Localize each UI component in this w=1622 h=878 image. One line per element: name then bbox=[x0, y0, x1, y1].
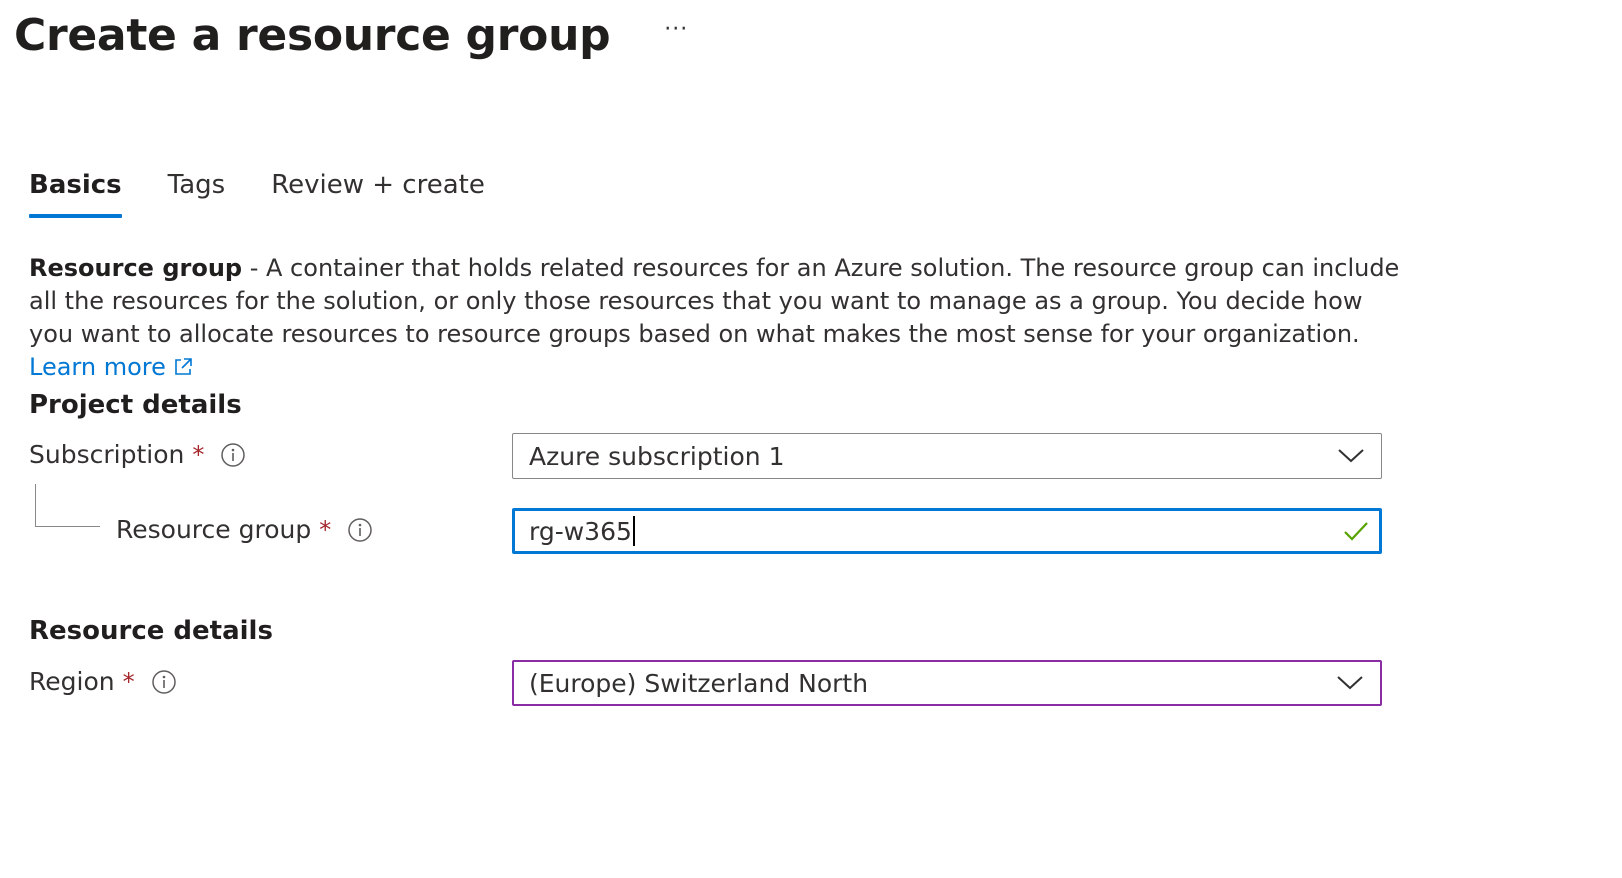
learn-more-label: Learn more bbox=[29, 353, 166, 381]
tab-review-create[interactable]: Review + create bbox=[271, 170, 485, 218]
checkmark-icon bbox=[1344, 522, 1368, 541]
info-icon[interactable] bbox=[220, 442, 246, 468]
tab-tags[interactable]: Tags bbox=[168, 170, 226, 218]
resource-details-heading: Resource details bbox=[29, 616, 273, 646]
project-details-heading: Project details bbox=[29, 390, 242, 420]
required-asterisk: * bbox=[319, 515, 332, 544]
required-asterisk: * bbox=[192, 440, 205, 469]
region-dropdown[interactable]: (Europe) Switzerland North bbox=[512, 660, 1382, 706]
external-link-icon bbox=[172, 354, 194, 387]
resource-group-text: rg-w365 bbox=[529, 517, 632, 546]
subscription-dropdown[interactable]: Azure subscription 1 bbox=[512, 433, 1382, 479]
info-icon[interactable] bbox=[347, 517, 373, 543]
resource-group-description: Resource group - A container that holds … bbox=[29, 252, 1409, 387]
more-options-button[interactable]: ··· bbox=[658, 18, 694, 41]
chevron-down-icon bbox=[1338, 449, 1364, 463]
required-asterisk: * bbox=[122, 667, 135, 696]
info-icon[interactable] bbox=[151, 669, 177, 695]
resource-group-input[interactable]: rg-w365 bbox=[512, 508, 1382, 554]
chevron-down-icon bbox=[1337, 676, 1363, 690]
region-label-text: Region bbox=[29, 667, 115, 696]
description-term: Resource group bbox=[29, 254, 243, 282]
subscription-value: Azure subscription 1 bbox=[529, 441, 785, 471]
subscription-label-text: Subscription bbox=[29, 440, 185, 469]
subscription-label: Subscription * bbox=[29, 440, 246, 469]
region-label: Region * bbox=[29, 667, 177, 696]
resource-group-value: rg-w365 bbox=[529, 516, 1343, 546]
region-value: (Europe) Switzerland North bbox=[529, 668, 869, 698]
tab-bar: Basics Tags Review + create bbox=[29, 170, 531, 218]
create-resource-group-page: Create a resource group ··· Basics Tags … bbox=[0, 0, 1622, 878]
learn-more-link[interactable]: Learn more bbox=[29, 353, 194, 381]
title-row: Create a resource group ··· bbox=[14, 10, 694, 61]
text-caret bbox=[632, 516, 635, 546]
tab-basics[interactable]: Basics bbox=[29, 170, 122, 218]
resource-group-label: Resource group * bbox=[116, 515, 373, 544]
page-title: Create a resource group bbox=[14, 10, 611, 61]
tree-connector bbox=[35, 484, 100, 527]
resource-group-label-text: Resource group bbox=[116, 515, 312, 544]
